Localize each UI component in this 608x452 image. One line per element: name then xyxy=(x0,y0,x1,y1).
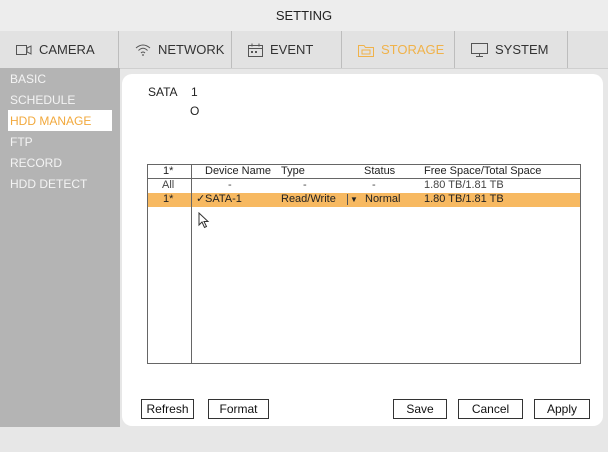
sidebar-item-hdd-detect[interactable]: HDD DETECT xyxy=(10,177,87,191)
row-1-check-icon[interactable]: ✓ xyxy=(196,193,205,206)
status-bar xyxy=(0,427,608,452)
sidebar-item-ftp[interactable]: FTP xyxy=(10,135,33,149)
tab-event[interactable]: EVENT xyxy=(232,31,342,68)
sata-status-indicator: O xyxy=(190,104,200,118)
sidebar: BASIC SCHEDULE HDD MANAGE FTP RECORD HDD… xyxy=(0,68,120,427)
row-all-status: - xyxy=(372,179,376,191)
column-header-device-name: Device Name xyxy=(205,165,272,177)
apply-button[interactable]: Apply xyxy=(534,399,590,419)
column-header-space: Free Space/Total Space xyxy=(424,165,542,177)
chevron-down-icon: ▼ xyxy=(350,195,358,204)
window-title: SETTING xyxy=(275,8,333,23)
tab-label: SYSTEM xyxy=(495,42,549,57)
tab-camera[interactable]: CAMERA xyxy=(0,31,119,68)
row-1-space: 1.80 TB/1.81 TB xyxy=(424,193,504,205)
mouse-cursor-icon xyxy=(198,211,210,232)
sidebar-item-record[interactable]: RECORD xyxy=(10,156,62,170)
row-1-type: Read/Write xyxy=(281,193,336,205)
column-header-type: Type xyxy=(281,165,305,177)
sata-number: 1 xyxy=(191,85,198,99)
sidebar-item-hdd-manage[interactable]: HDD MANAGE xyxy=(10,114,91,128)
header-divider xyxy=(148,178,580,179)
camera-icon xyxy=(16,44,32,56)
sidebar-item-schedule[interactable]: SCHEDULE xyxy=(10,93,75,107)
row-all-index[interactable]: All xyxy=(162,179,174,192)
cancel-button[interactable]: Cancel xyxy=(458,399,523,419)
tab-storage[interactable]: STORAGE xyxy=(342,31,455,68)
monitor-icon xyxy=(471,42,488,57)
tab-label: STORAGE xyxy=(381,42,445,57)
row-1-device: SATA-1 xyxy=(205,193,242,205)
sata-label: SATA xyxy=(148,85,178,99)
tab-bar: CAMERA NETWORK EVENT STORAGE SYSTEM xyxy=(0,31,608,69)
title-bar: SETTING xyxy=(0,0,608,31)
wifi-icon xyxy=(135,43,151,56)
tab-label: CAMERA xyxy=(39,42,95,57)
row-1-status[interactable]: Normal xyxy=(365,193,400,206)
sidebar-item-basic[interactable]: BASIC xyxy=(10,72,46,86)
save-button[interactable]: Save xyxy=(393,399,447,419)
status-dropdown[interactable]: ▼ xyxy=(347,193,358,207)
format-button[interactable]: Format xyxy=(208,399,269,419)
tab-network[interactable]: NETWORK xyxy=(119,31,232,68)
column-header-index[interactable]: 1* xyxy=(163,165,173,178)
column-divider xyxy=(191,165,192,363)
row-all-space: 1.80 TB/1.81 TB xyxy=(424,179,504,191)
tab-label: EVENT xyxy=(270,42,314,57)
tab-system[interactable]: SYSTEM xyxy=(455,31,568,68)
dropdown-divider xyxy=(347,194,348,205)
folder-icon xyxy=(358,43,374,57)
calendar-icon xyxy=(248,43,263,57)
row-1-index[interactable]: 1* xyxy=(163,193,173,206)
row-all-device: - xyxy=(228,179,232,191)
tab-label: NETWORK xyxy=(158,42,225,57)
column-header-status: Status xyxy=(364,165,396,177)
refresh-button[interactable]: Refresh xyxy=(141,399,194,419)
hdd-table: 1* Device Name Type Status Free Space/To… xyxy=(147,164,581,364)
row-all-type: - xyxy=(303,179,307,191)
